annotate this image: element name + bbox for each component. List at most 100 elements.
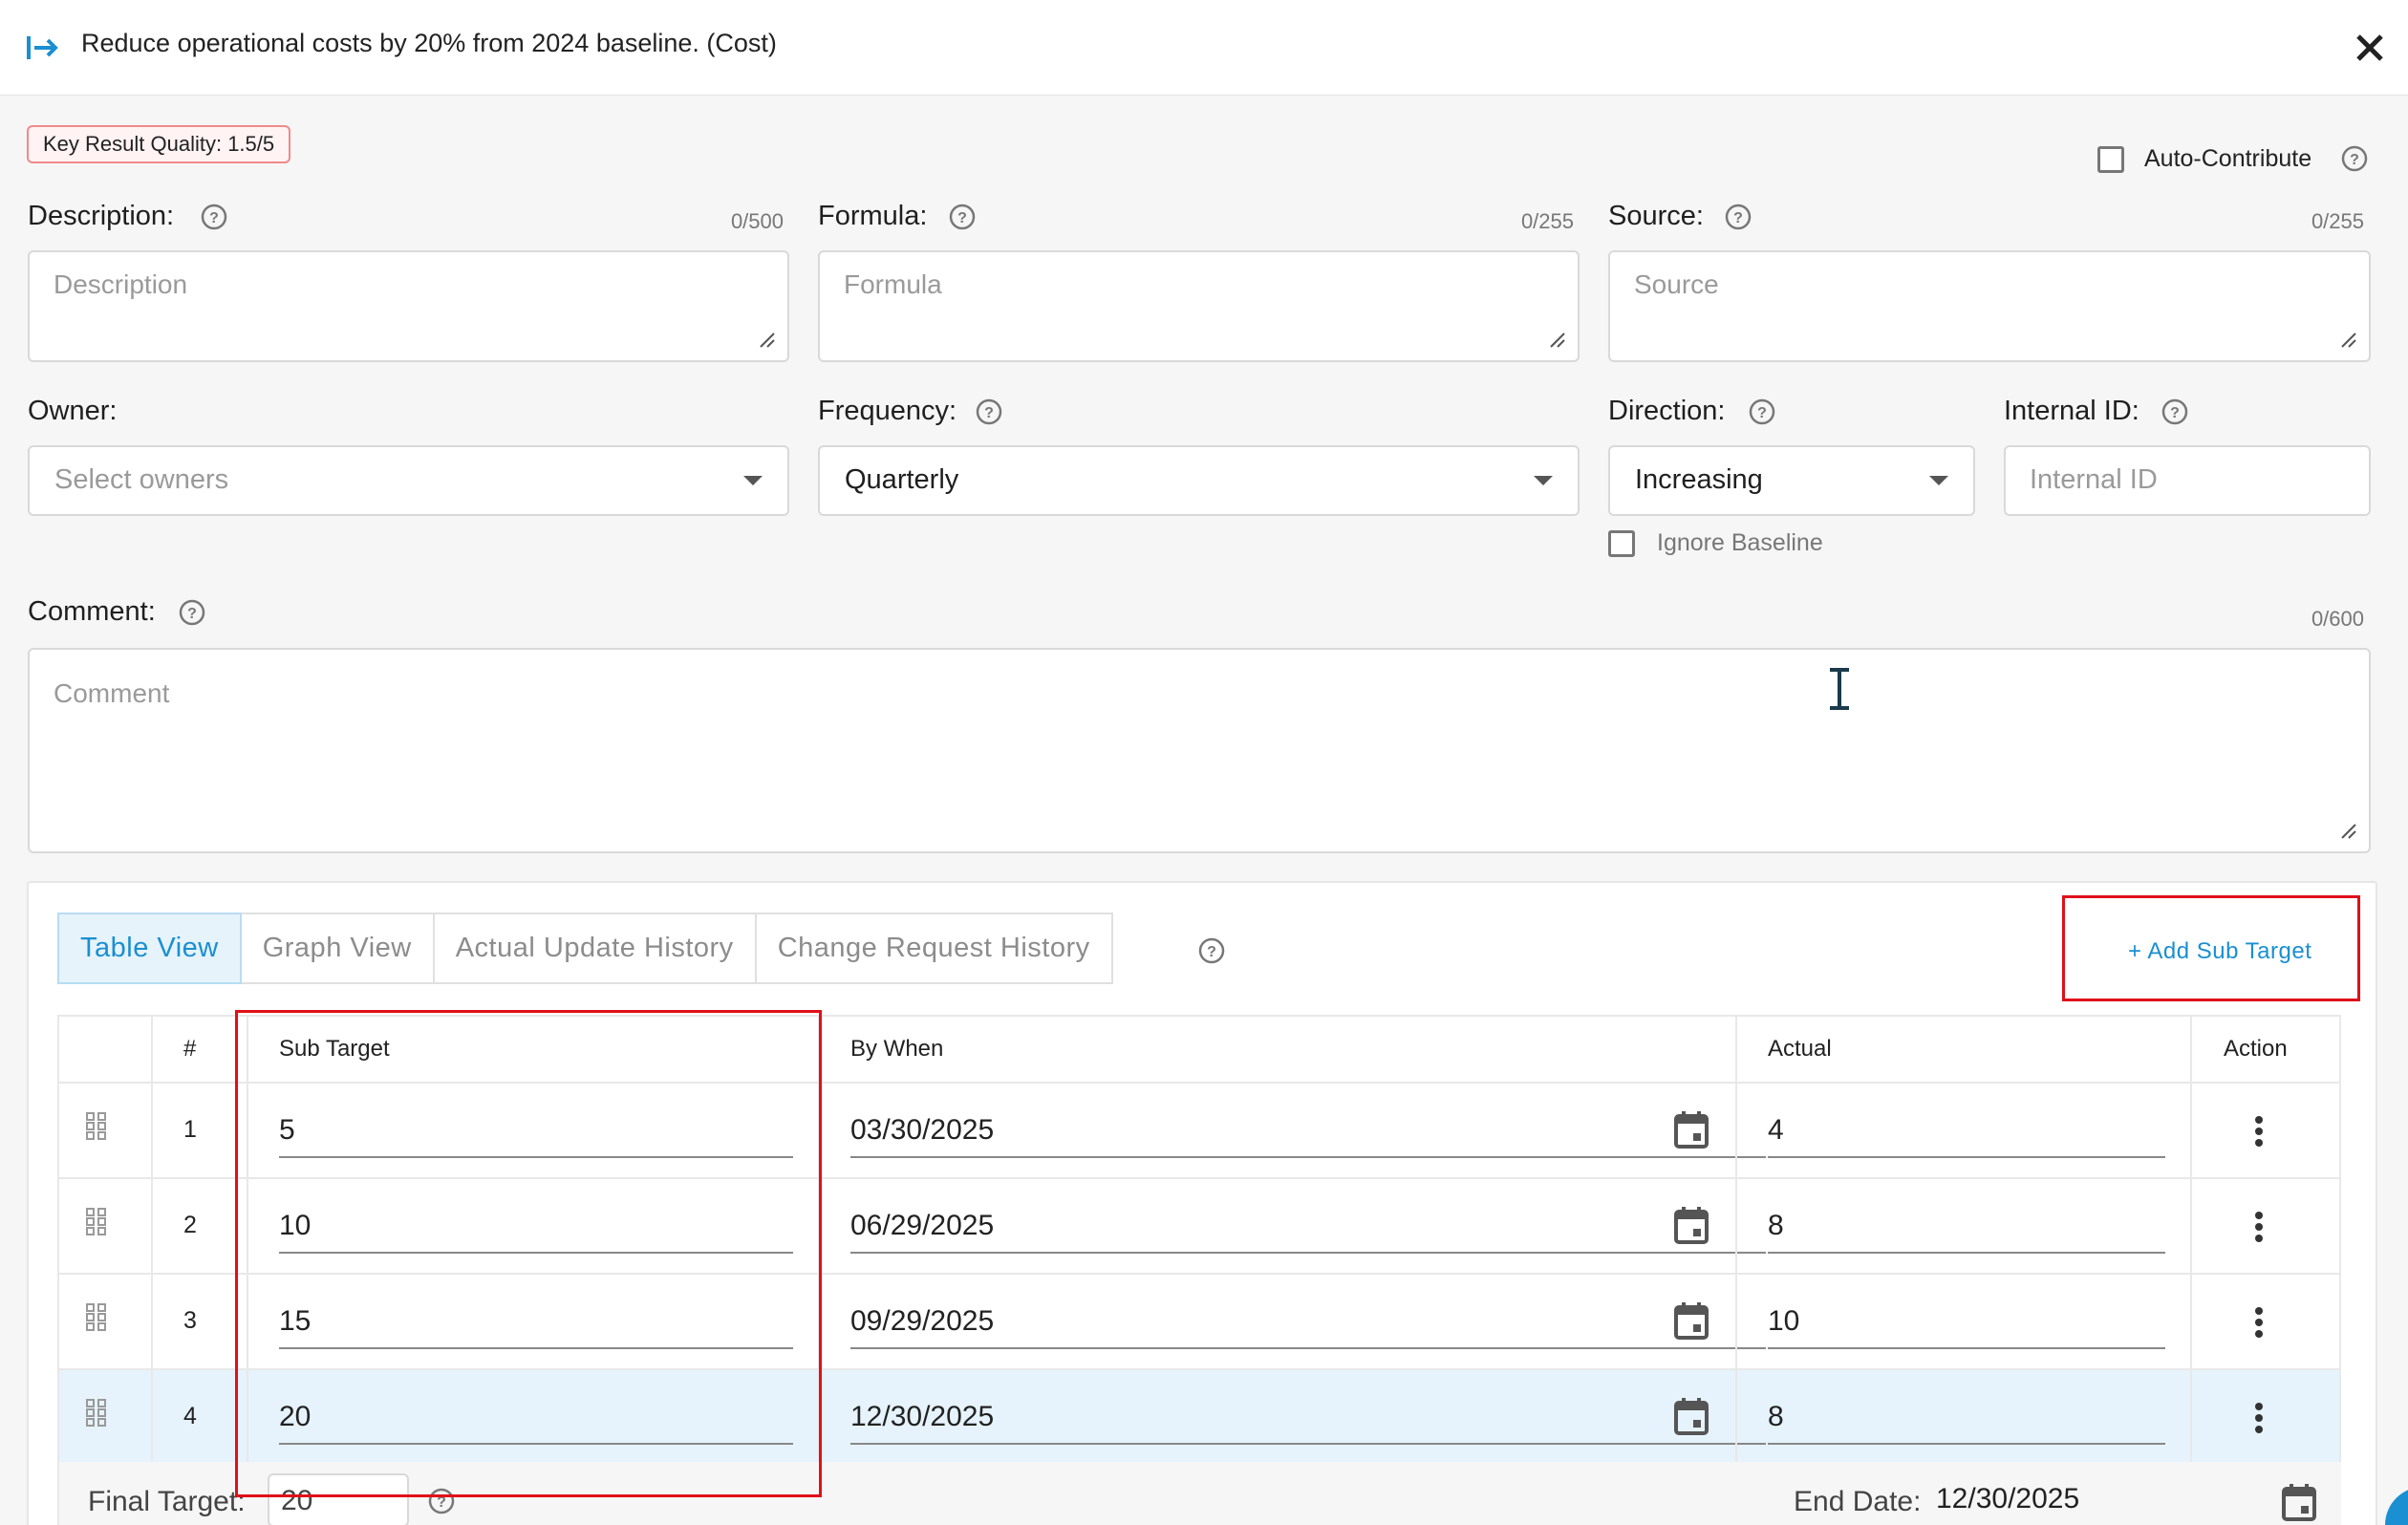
table-row: 4 20 12/30/2025 8 bbox=[57, 1370, 2341, 1466]
owner-select[interactable]: Select owners bbox=[28, 445, 789, 516]
description-placeholder: Description bbox=[54, 269, 188, 299]
calendar-icon[interactable] bbox=[1674, 1301, 1709, 1340]
header-number: # bbox=[183, 1036, 197, 1062]
by-when-input[interactable]: 06/29/2025 bbox=[850, 1200, 1766, 1254]
tab-change-request-history[interactable]: Change Request History bbox=[756, 913, 1113, 984]
header-sub-target: Sub Target bbox=[279, 1036, 390, 1062]
comment-textarea[interactable]: Comment bbox=[28, 648, 2371, 853]
calendar-icon[interactable] bbox=[1674, 1397, 1709, 1435]
floating-action-button[interactable] bbox=[2385, 1487, 2408, 1525]
svg-text:?: ? bbox=[2170, 405, 2180, 421]
direction-select[interactable]: Increasing bbox=[1608, 445, 1975, 516]
owner-placeholder: Select owners bbox=[54, 464, 229, 495]
resize-grip-icon[interactable] bbox=[2338, 330, 2357, 349]
ignore-baseline-checkbox[interactable] bbox=[1608, 530, 1635, 557]
table-row: 1 5 03/30/2025 4 bbox=[57, 1084, 2341, 1179]
row-number: 2 bbox=[183, 1212, 197, 1238]
tabs-help-icon[interactable]: ? bbox=[1197, 936, 1226, 965]
svg-text:?: ? bbox=[209, 210, 219, 226]
sub-target-input[interactable]: 5 bbox=[279, 1105, 793, 1158]
direction-label: Direction: bbox=[1608, 396, 1726, 426]
frequency-label: Frequency: bbox=[818, 396, 957, 426]
close-icon[interactable] bbox=[2351, 29, 2389, 67]
header-action: Action bbox=[2224, 1036, 2288, 1062]
drawer-header: Reduce operational costs by 20% from 202… bbox=[0, 0, 2408, 96]
more-vertical-icon[interactable] bbox=[2247, 1399, 2270, 1437]
table-row: 3 15 09/29/2025 10 bbox=[57, 1275, 2341, 1370]
source-label: Source: bbox=[1608, 201, 1704, 231]
tab-table-view[interactable]: Table View bbox=[57, 913, 242, 984]
drawer-title: Reduce operational costs by 20% from 202… bbox=[81, 29, 777, 57]
text-cursor-icon bbox=[1830, 668, 1849, 710]
owner-label: Owner: bbox=[28, 396, 118, 426]
actual-input[interactable]: 10 bbox=[1768, 1296, 2165, 1349]
table-header: # Sub Target By When Actual Action bbox=[57, 1015, 2341, 1084]
svg-text:?: ? bbox=[437, 1494, 446, 1511]
drag-handle-icon[interactable] bbox=[86, 1208, 107, 1236]
actual-input[interactable]: 8 bbox=[1768, 1391, 2165, 1445]
comment-label: Comment: bbox=[28, 596, 156, 627]
final-target-label: Final Target: bbox=[88, 1486, 246, 1517]
calendar-icon[interactable] bbox=[2282, 1483, 2316, 1521]
by-when-input[interactable]: 12/30/2025 bbox=[850, 1391, 1766, 1445]
source-counter: 0/255 bbox=[2311, 209, 2364, 233]
tab-graph-view[interactable]: Graph View bbox=[241, 913, 435, 984]
source-textarea[interactable]: Source bbox=[1608, 250, 2371, 362]
end-date-value[interactable]: 12/30/2025 bbox=[1936, 1483, 2079, 1515]
final-target-help-icon[interactable]: ? bbox=[427, 1487, 456, 1515]
header-actual: Actual bbox=[1768, 1036, 1832, 1062]
by-when-input[interactable]: 03/30/2025 bbox=[850, 1105, 1766, 1158]
column-divider bbox=[1735, 1015, 1737, 1466]
by-when-input[interactable]: 09/29/2025 bbox=[850, 1296, 1766, 1349]
internal-id-input[interactable]: Internal ID bbox=[2004, 445, 2371, 516]
column-divider bbox=[151, 1015, 153, 1466]
column-divider bbox=[247, 1015, 248, 1466]
svg-text:?: ? bbox=[984, 405, 994, 421]
drag-handle-icon[interactable] bbox=[86, 1303, 107, 1332]
resize-grip-icon[interactable] bbox=[2338, 821, 2357, 840]
ignore-baseline-label: Ignore Baseline bbox=[1657, 529, 1823, 556]
description-help-icon[interactable]: ? bbox=[200, 203, 228, 231]
more-vertical-icon[interactable] bbox=[2247, 1208, 2270, 1246]
row-number: 4 bbox=[183, 1403, 197, 1429]
table-row: 2 10 06/29/2025 8 bbox=[57, 1179, 2341, 1275]
source-help-icon[interactable]: ? bbox=[1724, 203, 1752, 231]
formula-help-icon[interactable]: ? bbox=[948, 203, 977, 231]
internal-id-placeholder: Internal ID bbox=[2030, 464, 2158, 495]
internal-id-help-icon[interactable]: ? bbox=[2161, 397, 2189, 426]
more-vertical-icon[interactable] bbox=[2247, 1112, 2270, 1150]
svg-text:?: ? bbox=[2350, 152, 2359, 168]
calendar-icon[interactable] bbox=[1674, 1110, 1709, 1149]
row-number: 3 bbox=[183, 1307, 197, 1334]
auto-contribute-checkbox[interactable] bbox=[2097, 146, 2124, 173]
svg-text:?: ? bbox=[187, 606, 197, 622]
final-target-input[interactable]: 20 bbox=[268, 1473, 409, 1525]
comment-placeholder: Comment bbox=[54, 678, 170, 708]
sub-target-input[interactable]: 15 bbox=[279, 1296, 793, 1349]
svg-text:?: ? bbox=[957, 210, 967, 226]
collapse-panel-icon[interactable] bbox=[25, 29, 63, 67]
resize-grip-icon[interactable] bbox=[1547, 330, 1566, 349]
tab-actual-update-history[interactable]: Actual Update History bbox=[434, 913, 757, 984]
frequency-help-icon[interactable]: ? bbox=[975, 397, 1003, 426]
more-vertical-icon[interactable] bbox=[2247, 1303, 2270, 1342]
description-textarea[interactable]: Description bbox=[28, 250, 789, 362]
auto-contribute-help-icon[interactable]: ? bbox=[2340, 144, 2369, 173]
add-sub-target-button[interactable]: + Add Sub Target bbox=[2062, 895, 2360, 1001]
actual-input[interactable]: 8 bbox=[1768, 1200, 2165, 1254]
svg-text:?: ? bbox=[1207, 944, 1216, 960]
comment-help-icon[interactable]: ? bbox=[178, 598, 206, 627]
formula-textarea[interactable]: Formula bbox=[818, 250, 1580, 362]
formula-placeholder: Formula bbox=[844, 269, 942, 299]
sub-target-input[interactable]: 20 bbox=[279, 1391, 793, 1445]
source-placeholder: Source bbox=[1634, 269, 1719, 299]
calendar-icon[interactable] bbox=[1674, 1206, 1709, 1244]
drag-handle-icon[interactable] bbox=[86, 1399, 107, 1428]
drag-handle-icon[interactable] bbox=[86, 1112, 107, 1141]
actual-input[interactable]: 4 bbox=[1768, 1105, 2165, 1158]
resize-grip-icon[interactable] bbox=[757, 330, 776, 349]
frequency-select[interactable]: Quarterly bbox=[818, 445, 1580, 516]
direction-help-icon[interactable]: ? bbox=[1748, 397, 1776, 426]
sub-target-input[interactable]: 10 bbox=[279, 1200, 793, 1254]
column-divider bbox=[818, 1015, 820, 1466]
